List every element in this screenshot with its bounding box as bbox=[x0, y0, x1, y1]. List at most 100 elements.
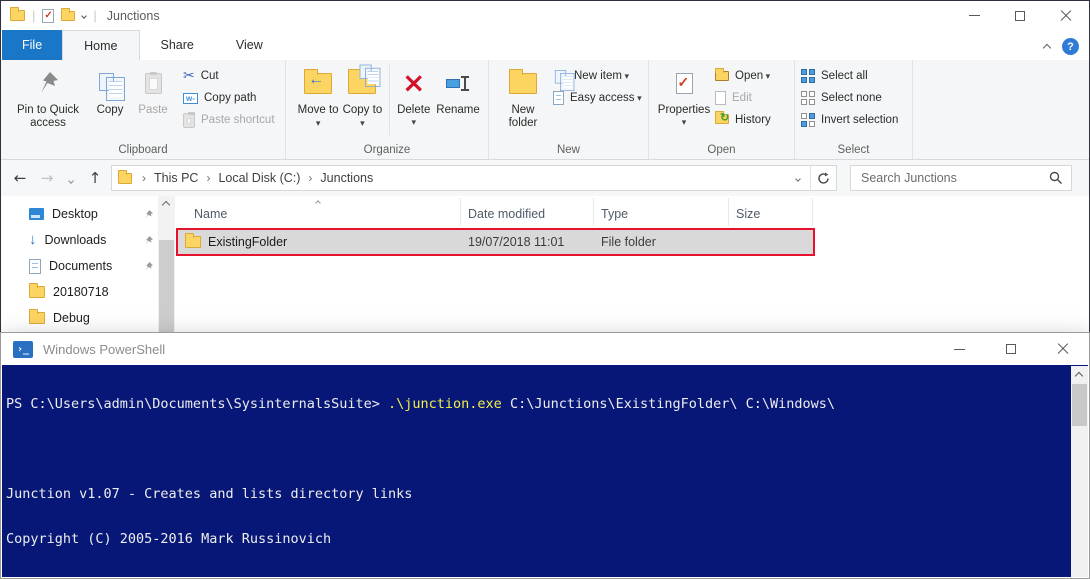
invert-selection-button[interactable]: Invert selection bbox=[801, 109, 898, 131]
open-icon bbox=[715, 71, 729, 81]
navigation-bar: ← → ↑ › This PC › Local Disk (C:) › Junc… bbox=[1, 160, 1089, 196]
pin-icon bbox=[143, 261, 154, 272]
new-folder-button[interactable]: New folder bbox=[499, 65, 547, 130]
recent-locations-icon[interactable] bbox=[63, 169, 79, 187]
copy-to-button[interactable]: Copy to bbox=[340, 65, 384, 130]
refresh-button[interactable] bbox=[810, 166, 836, 190]
console-scrollbar[interactable] bbox=[1071, 366, 1088, 577]
scroll-up-icon[interactable] bbox=[1075, 372, 1083, 380]
sidebar-item-debug[interactable]: Debug bbox=[1, 305, 176, 331]
select-all-icon bbox=[801, 69, 815, 83]
scrollbar-thumb[interactable] bbox=[159, 240, 174, 341]
ribbon-tabs: File Home Share View ? bbox=[1, 30, 1089, 60]
tab-share[interactable]: Share bbox=[140, 30, 215, 60]
open-button[interactable]: Open bbox=[715, 65, 771, 87]
sidebar-item-20180718[interactable]: 20180718 bbox=[1, 279, 176, 305]
sidebar-item-desktop[interactable]: Desktop bbox=[1, 201, 176, 227]
group-label-organize: Organize bbox=[286, 144, 488, 156]
folder-icon bbox=[29, 286, 45, 298]
column-header-name[interactable]: Name bbox=[176, 198, 461, 226]
breadcrumb-separator: › bbox=[203, 171, 213, 185]
copy-label: Copy bbox=[97, 104, 124, 117]
sidebar-item-label: Downloads bbox=[45, 233, 107, 247]
paste-shortcut-button[interactable]: Paste shortcut bbox=[183, 109, 275, 131]
cut-icon: ✂ bbox=[183, 68, 195, 84]
column-header-type[interactable]: Type bbox=[594, 198, 729, 226]
cut-button[interactable]: ✂ Cut bbox=[183, 65, 275, 87]
search-input[interactable] bbox=[859, 170, 1049, 186]
powershell-console[interactable]: PS C:\Users\admin\Documents\Sysinternals… bbox=[2, 365, 1088, 577]
explorer-titlebar[interactable]: | | Junctions bbox=[1, 1, 1089, 30]
file-name: ExistingFolder bbox=[208, 235, 287, 249]
delete-icon: × bbox=[402, 65, 425, 101]
tab-view[interactable]: View bbox=[215, 30, 284, 60]
move-to-icon: ← bbox=[304, 65, 332, 101]
scrollbar-thumb[interactable] bbox=[1072, 384, 1087, 426]
address-dropdown-icon[interactable] bbox=[786, 175, 810, 181]
breadcrumb-junctions[interactable]: Junctions bbox=[315, 171, 378, 185]
maximize-button[interactable] bbox=[997, 1, 1043, 30]
collapse-ribbon-icon[interactable] bbox=[1043, 43, 1051, 51]
close-button[interactable] bbox=[1043, 1, 1089, 30]
ribbon-group-new: New folder New item Easy access New bbox=[489, 60, 649, 159]
file-date-modified: 19/07/2018 11:01 bbox=[461, 235, 594, 249]
maximize-icon bbox=[1006, 344, 1016, 354]
forward-button[interactable]: → bbox=[36, 169, 58, 187]
address-bar[interactable]: › This PC › Local Disk (C:) › Junctions bbox=[111, 165, 837, 191]
history-button[interactable]: ↻ History bbox=[715, 109, 771, 131]
sidebar-item-downloads[interactable]: ↓ Downloads bbox=[1, 227, 176, 253]
up-button[interactable]: ↑ bbox=[84, 169, 106, 187]
paste-shortcut-label: Paste shortcut bbox=[201, 114, 275, 126]
document-icon bbox=[29, 259, 41, 274]
table-row-existingfolder[interactable]: ExistingFolder 19/07/2018 11:01 File fol… bbox=[176, 228, 815, 256]
qat-properties-icon[interactable] bbox=[42, 9, 54, 23]
invert-selection-label: Invert selection bbox=[821, 114, 898, 126]
column-header-date-modified[interactable]: Date modified bbox=[461, 198, 594, 226]
ribbon-spacer bbox=[913, 60, 1089, 159]
close-button[interactable] bbox=[1037, 333, 1089, 365]
sidebar-item-documents[interactable]: Documents bbox=[1, 253, 176, 279]
maximize-button[interactable] bbox=[985, 333, 1037, 365]
help-icon[interactable]: ? bbox=[1062, 38, 1079, 55]
delete-button[interactable]: × Delete bbox=[393, 65, 434, 129]
minimize-button[interactable] bbox=[933, 333, 985, 365]
new-item-button[interactable]: New item bbox=[553, 65, 642, 87]
back-button[interactable]: ← bbox=[9, 169, 31, 187]
pin-to-quick-access-button[interactable]: Pin to Quick access bbox=[7, 65, 89, 130]
minimize-button[interactable] bbox=[951, 1, 997, 30]
copy-button[interactable]: Copy bbox=[89, 65, 131, 117]
copy-path-button[interactable]: Copy path bbox=[183, 87, 275, 109]
copy-to-icon bbox=[348, 65, 376, 101]
rename-icon bbox=[446, 65, 470, 101]
qat-new-folder-icon[interactable] bbox=[61, 11, 75, 21]
qat-customize-icon[interactable] bbox=[82, 13, 88, 19]
sidebar-item-label: Debug bbox=[53, 311, 90, 325]
new-item-icon bbox=[555, 70, 566, 82]
column-header-size[interactable]: Size bbox=[729, 198, 813, 226]
powershell-titlebar[interactable]: Windows PowerShell bbox=[1, 333, 1089, 365]
easy-access-label: Easy access bbox=[570, 92, 642, 104]
scroll-up-icon[interactable] bbox=[162, 201, 170, 209]
file-list: Name Date modified Type Size ExistingFol… bbox=[176, 196, 1089, 341]
refresh-icon bbox=[817, 172, 830, 185]
divider: | bbox=[93, 8, 96, 23]
paste-shortcut-icon bbox=[183, 113, 195, 128]
paste-button[interactable]: Paste bbox=[131, 65, 175, 117]
window-folder-icon bbox=[10, 10, 25, 21]
breadcrumb-local-disk-c[interactable]: Local Disk (C:) bbox=[213, 171, 305, 185]
edit-button[interactable]: Edit bbox=[715, 87, 771, 109]
select-all-button[interactable]: Select all bbox=[801, 65, 898, 87]
tab-file[interactable]: File bbox=[2, 30, 62, 60]
new-item-label: New item bbox=[574, 70, 629, 82]
select-none-button[interactable]: Select none bbox=[801, 87, 898, 109]
copy-icon bbox=[99, 65, 121, 101]
move-to-button[interactable]: ← Move to bbox=[296, 65, 340, 130]
ribbon: Pin to Quick access Copy Paste ✂ Cut bbox=[1, 60, 1089, 160]
properties-button[interactable]: Properties bbox=[657, 65, 711, 129]
sidebar-scrollbar[interactable] bbox=[158, 196, 175, 341]
tab-home[interactable]: Home bbox=[62, 30, 139, 60]
sidebar-item-label: 20180718 bbox=[53, 285, 109, 299]
breadcrumb-this-pc[interactable]: This PC bbox=[149, 171, 203, 185]
location-folder-icon bbox=[118, 173, 132, 184]
rename-button[interactable]: Rename bbox=[434, 65, 482, 117]
